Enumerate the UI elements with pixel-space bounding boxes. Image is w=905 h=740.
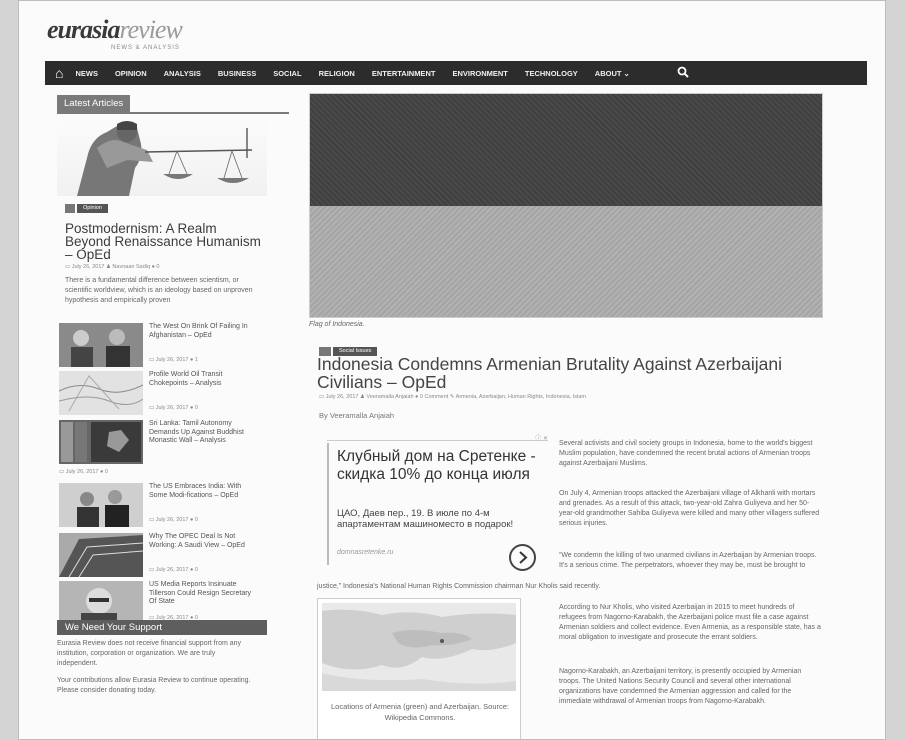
article-thumbnail: [59, 371, 143, 415]
ad-domain[interactable]: domnasretenke.ru: [337, 549, 393, 556]
list-item-meta: ▭ July 26, 2017 ● 0: [59, 469, 108, 475]
article-paragraph-2: On July 4, Armenian troops attacked the …: [559, 490, 820, 527]
nav-social[interactable]: SOCIAL: [273, 69, 301, 78]
map-caption: Locations of Armenia (green) and Azerbai…: [330, 702, 510, 722]
flag-bottom-stripe: [310, 206, 822, 317]
nav-news[interactable]: NEWS: [75, 69, 98, 78]
list-item-title: Profile World Oil Transit Chokepoints – …: [149, 371, 223, 387]
list-item-title: US Media Reports Insinuate Tillerson Cou…: [149, 581, 252, 605]
logo-main: eurasia: [47, 15, 120, 44]
list-item-title: Sri Lanka: Tamil Autonomy Demands Up Aga…: [149, 420, 244, 444]
logo-subtitle: NEWS & ANALYSIS: [111, 45, 180, 51]
home-icon[interactable]: ⌂: [55, 65, 63, 81]
nav-opinion[interactable]: OPINION: [115, 69, 147, 78]
list-item-title: Why The OPEC Deal Is Not Working: A Saud…: [149, 533, 245, 549]
image-caption: Flag of Indonesia.: [309, 321, 365, 328]
ad-headline[interactable]: Клубный дом на Сретенке - скидка 10% до …: [337, 448, 542, 484]
article-image[interactable]: [309, 93, 823, 318]
region-map[interactable]: [322, 603, 516, 691]
article-paragraph-1: Several activists and civil society grou…: [559, 440, 813, 467]
article-title: Indonesia Condemns Armenian Brutality Ag…: [317, 354, 782, 392]
latest-articles-list: The West On Brink Of Failing In Afghanis…: [57, 319, 289, 625]
article-paragraph-5: Nagorno-Karabakh, an Azerbaijani territo…: [559, 668, 802, 705]
article-thumbnail: [59, 483, 143, 527]
featured-category-badge[interactable]: Opinion: [65, 204, 108, 213]
page-frame: eurasiareview NEWS & ANALYSIS ⌂ NEWS OPI…: [18, 0, 886, 740]
list-item[interactable]: The US Embraces India: With Some Modi-fi…: [57, 483, 267, 535]
article-thumbnail: [59, 533, 143, 577]
arrow-right-icon[interactable]: [509, 544, 536, 571]
category-label: Opinion: [77, 204, 108, 213]
article-byline[interactable]: By Veeramalla Anjaiah: [319, 411, 394, 420]
sidebar: Latest Articles Opinion Postmodernism: A…: [57, 93, 289, 306]
nav-analysis[interactable]: ANALYSIS: [164, 69, 201, 78]
site-logo[interactable]: eurasiareview: [47, 15, 183, 45]
nav-entertainment[interactable]: ENTERTAINMENT: [372, 69, 436, 78]
map-figure: Locations of Armenia (green) and Azerbai…: [317, 598, 521, 739]
list-item-meta: ▭ July 26, 2017 ● 0: [149, 405, 198, 411]
featured-article-excerpt: There is a fundamental difference betwee…: [65, 277, 253, 304]
sidebar-title-rule: [57, 112, 289, 114]
nav-business[interactable]: BUSINESS: [218, 69, 256, 78]
nav-about[interactable]: ABOUT ⌄: [595, 69, 630, 78]
article-paragraph-3-cont: justice,” Indonesia's National Human Rig…: [317, 583, 601, 590]
list-item-title: The West On Brink Of Failing In Afghanis…: [149, 323, 248, 339]
sidebar-title: Latest Articles: [57, 95, 131, 112]
list-item[interactable]: Profile World Oil Transit Chokepoints – …: [57, 371, 267, 423]
article-paragraph-3: “We condemn the killing of two unarmed c…: [559, 552, 817, 569]
featured-article-image[interactable]: [57, 118, 267, 196]
advertisement[interactable]: ⓘ ✕ Клубный дом на Сретенке - скидка 10%…: [327, 436, 548, 573]
featured-article-title[interactable]: Postmodernism: A Realm Beyond Renaissanc…: [65, 222, 265, 262]
list-item[interactable]: The West On Brink Of Failing In Afghanis…: [57, 323, 267, 375]
article-paragraph-4: According to Nur Kholis, who visited Aze…: [559, 604, 821, 641]
support-title: We Need Your Support: [57, 620, 267, 635]
main-navbar: ⌂ NEWS OPINION ANALYSIS BUSINESS SOCIAL …: [45, 61, 867, 85]
article-thumbnail: [59, 581, 143, 625]
ad-accent-line: [327, 443, 329, 565]
list-item[interactable]: Why The OPEC Deal Is Not Working: A Saud…: [57, 533, 267, 585]
list-item[interactable]: Sri Lanka: Tamil Autonomy Demands Up Aga…: [57, 420, 267, 490]
article-thumbnail: [59, 323, 143, 367]
ad-info-icon[interactable]: ⓘ ✕: [535, 433, 548, 442]
list-item-meta: ▭ July 26, 2017 ● 0: [149, 517, 198, 523]
list-item-meta: ▭ July 26, 2017 ● 1: [149, 357, 198, 363]
badge-square: [65, 204, 75, 213]
list-item-meta: ▭ July 26, 2017 ● 0: [149, 567, 198, 573]
ad-description: ЦАО, Даев пер., 19. В июле по 4-м апарта…: [337, 508, 514, 530]
featured-article-meta: ▭ July 26, 2017 ♟ Navnaan Sadiq ● 0: [65, 264, 160, 270]
nav-environment[interactable]: ENVIRONMENT: [452, 69, 507, 78]
logo-rest: review: [119, 15, 182, 44]
nav-religion[interactable]: RELIGION: [319, 69, 355, 78]
support-text-2: Your contributions allow Eurasia Review …: [57, 677, 251, 694]
search-icon[interactable]: [677, 65, 689, 81]
list-item-title: The US Embraces India: With Some Modi-fi…: [149, 483, 242, 499]
support-text-1: Eurasia Review does not receive financia…: [57, 640, 242, 667]
article-thumbnail: [59, 420, 143, 464]
nav-technology[interactable]: TECHNOLOGY: [525, 69, 578, 78]
article-meta: ▭ July 26, 2017 ♟ Veeramalla Anjaiah ● 0…: [319, 394, 586, 400]
flag-top-stripe: [310, 94, 822, 206]
